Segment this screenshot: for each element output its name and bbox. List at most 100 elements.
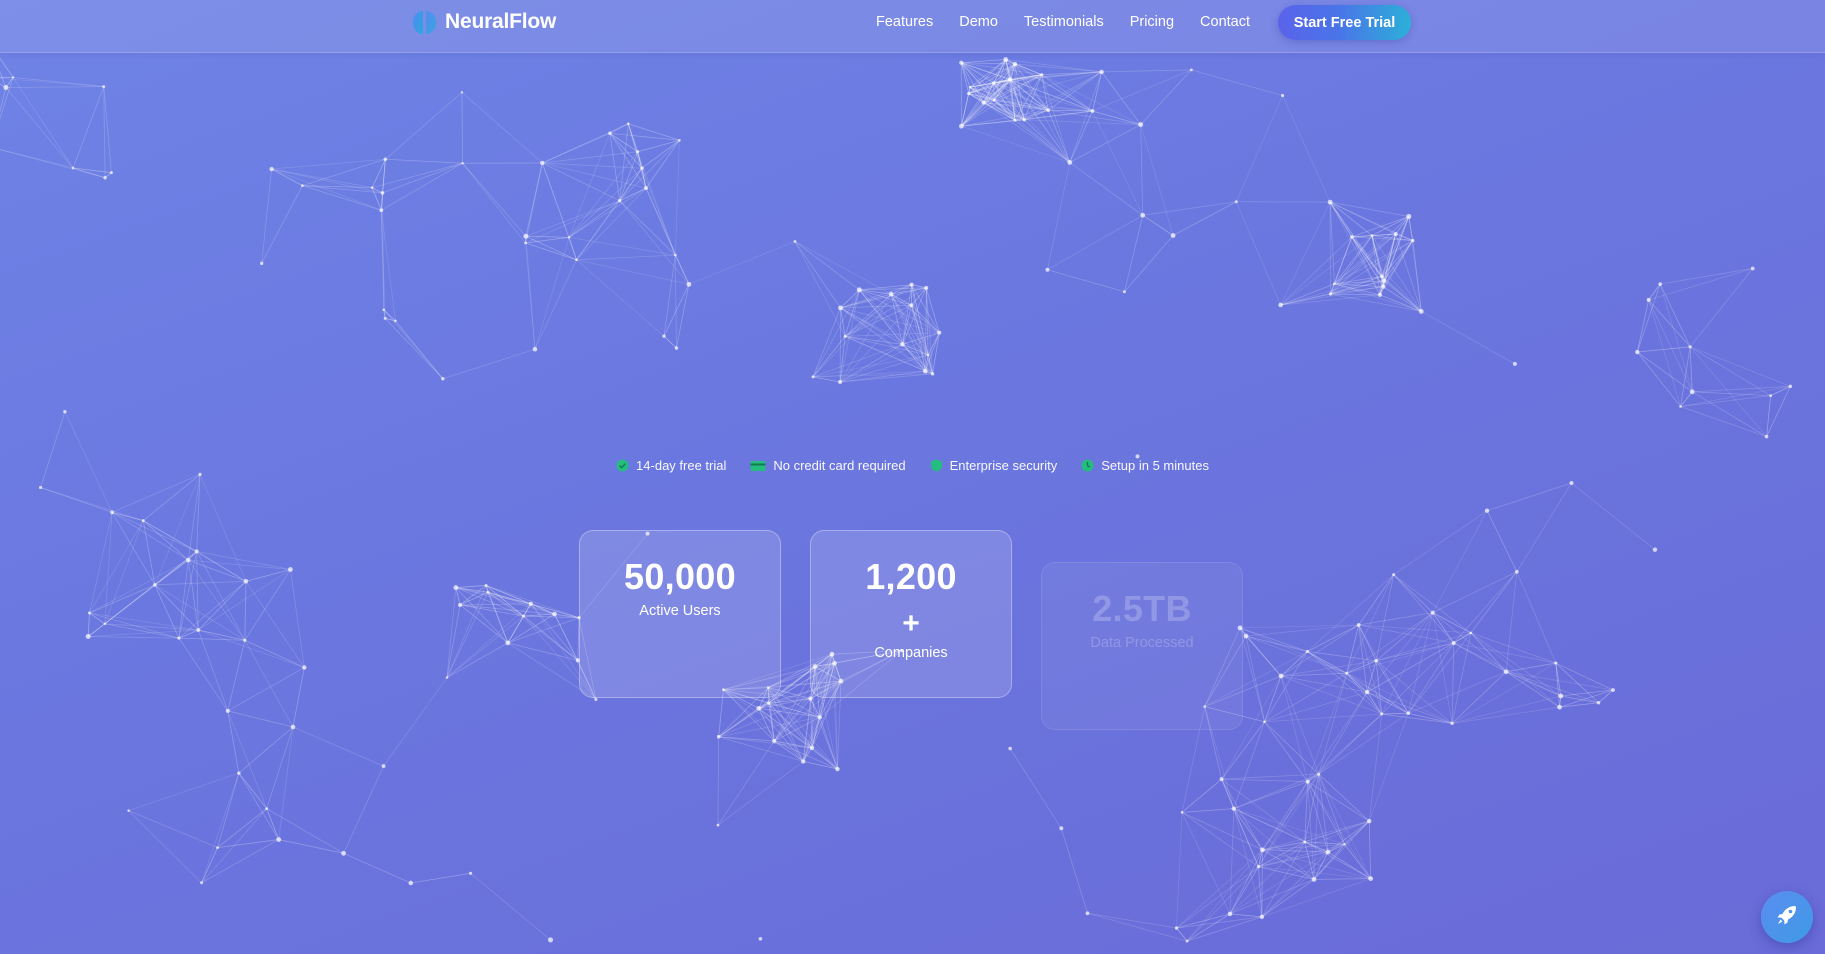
network-node [817,715,823,720]
network-node [926,353,930,357]
network-node [1305,779,1310,784]
navbar: NeuralFlow Features Demo Testimonials Pr… [0,0,1825,53]
network-node [383,316,387,320]
network-node [1007,77,1013,82]
nav-link-pricing[interactable]: Pricing [1130,14,1174,30]
network-node [1311,877,1317,882]
network-background [0,57,1793,943]
network-node [924,285,929,290]
network-node [1514,569,1519,574]
network-node [1219,777,1224,782]
network-node [548,937,554,943]
network-node [127,809,130,812]
network-node [288,567,293,572]
network-node [453,585,459,590]
network-node [626,122,630,126]
network-node [276,837,282,842]
network-node [408,880,414,886]
network-node [1085,911,1090,916]
stat-number: 50,000 [624,556,736,597]
network-node [1317,772,1321,776]
network-node [594,698,598,702]
network-node [1170,233,1176,238]
network-node [1185,939,1189,943]
network-node [808,696,813,701]
network-node [103,176,107,180]
network-node [567,236,571,239]
brand-logo[interactable]: NeuralFlow [411,8,556,36]
network-node [1174,926,1179,930]
network-node [716,823,720,827]
network-node [1368,876,1374,882]
network-node [1243,633,1249,639]
network-node [1381,284,1386,289]
network-node [1554,661,1558,665]
network-node [674,253,677,257]
network-node [200,881,204,885]
network-node [1328,292,1333,296]
feature-label: No credit card required [773,458,906,473]
network-node [265,807,269,811]
network-node [1303,840,1307,844]
network-node [968,85,972,89]
network-node [1040,73,1044,77]
nav-link-demo[interactable]: Demo [959,14,998,30]
network-node [1469,631,1473,635]
rocket-button[interactable] [1761,891,1813,943]
network-node [801,759,806,764]
network-node [1259,914,1265,920]
clock-icon [1081,459,1094,472]
nav-link-testimonials[interactable]: Testimonials [1024,14,1104,30]
nav-link-features[interactable]: Features [876,14,933,30]
network-node [370,186,374,189]
network-node [1688,345,1692,349]
network-node [1484,508,1490,513]
network-node [909,282,914,287]
network-node [888,291,894,297]
network-node [1374,658,1378,663]
network-node [843,334,847,338]
network-node [1769,394,1773,398]
network-node [1099,69,1104,75]
network-node [1635,349,1640,355]
feature-item: Enterprise security [930,458,1057,473]
nav-link-contact[interactable]: Contact [1200,14,1250,30]
network-node [153,583,157,587]
network-node [758,937,763,941]
network-node [1406,213,1412,219]
network-node [186,557,191,563]
network-node [767,701,771,705]
network-node [243,579,249,584]
network-node [237,771,241,775]
network-node [1140,212,1146,218]
network-node [1788,384,1793,389]
network-node [1325,849,1331,855]
network-node [1013,118,1017,122]
network-node [1406,711,1411,716]
network-node [636,150,640,154]
brand-name: NeuralFlow [445,10,557,33]
network-node [198,472,202,477]
network-node [835,766,840,772]
shield-icon [930,459,943,472]
check-circle-icon [616,459,629,472]
start-free-trial-button[interactable]: Start Free Trial [1278,5,1411,40]
network-node [290,724,296,730]
stat-number: 1,200 [865,556,957,597]
network-node [216,846,219,850]
network-node [1122,290,1126,294]
network-node [1370,234,1374,238]
network-node [981,100,986,105]
network-node [71,166,75,170]
network-node [1343,843,1346,846]
stat-number: 2.5TB [1092,588,1192,629]
network-node [302,665,307,670]
network-node [937,330,942,335]
network-node [1367,818,1372,824]
network-node [379,208,384,213]
network-node [909,303,914,308]
network-node [1278,302,1283,308]
network-node [662,334,666,338]
network-node [1377,292,1383,297]
network-node [523,233,529,239]
